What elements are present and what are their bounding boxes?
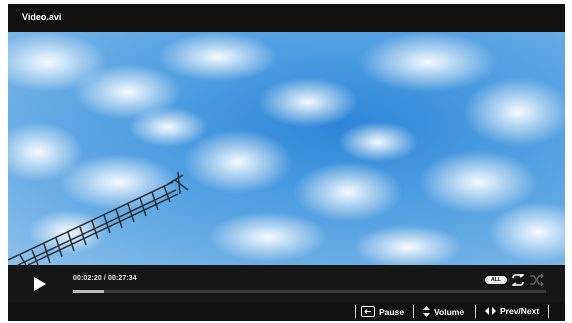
repeat-icon[interactable] <box>510 274 526 286</box>
hint-prevnext: Prev/Next <box>485 306 539 316</box>
progress-fill <box>73 290 104 293</box>
hint-prevnext-label: Prev/Next <box>500 306 540 316</box>
video-title: Video.avi <box>22 12 62 22</box>
hint-pause: Pause <box>361 306 404 317</box>
video-frame[interactable] <box>8 32 565 265</box>
video-player: Video.avi 00:02:20 / 00:27:34 ALL Pause … <box>8 4 565 321</box>
play-button[interactable] <box>34 277 46 296</box>
hint-separator <box>355 305 356 318</box>
progress-bar[interactable] <box>73 290 546 293</box>
pause-key-icon <box>361 306 375 317</box>
video-scene <box>8 32 565 265</box>
shuffle-icon[interactable] <box>530 274 544 286</box>
key-hints-bar: Pause Volume Prev/Next <box>8 302 565 321</box>
hint-volume: Volume <box>423 306 464 317</box>
hint-separator <box>548 305 549 318</box>
play-icon <box>34 277 46 291</box>
title-bar: Video.avi <box>8 4 565 32</box>
hint-pause-label: Pause <box>379 306 405 317</box>
control-bar: 00:02:20 / 00:27:34 ALL <box>8 265 565 302</box>
hint-volume-label: Volume <box>434 306 465 317</box>
hint-separator <box>413 305 414 318</box>
hint-separator <box>475 305 476 318</box>
repeat-all-badge[interactable]: ALL <box>485 276 507 284</box>
volume-updown-icon <box>423 306 430 317</box>
time-display: 00:02:20 / 00:27:34 <box>73 275 137 282</box>
left-right-arrows-icon <box>485 307 496 315</box>
